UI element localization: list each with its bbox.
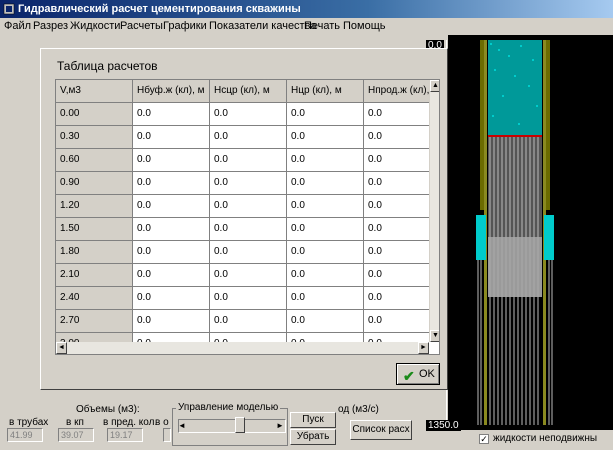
flow-label: од (м3/с) (338, 404, 379, 415)
table-cell[interactable]: 0.0 (287, 195, 364, 218)
volumes-label: Объемы (м3): (76, 404, 140, 415)
table-cell[interactable]: 0.0 (287, 172, 364, 195)
calc-table[interactable]: V,м3 Нбуф.ж (кл), м Нсцр (кл), м Нцр (кл… (55, 79, 440, 355)
menu-file[interactable]: Файл (4, 20, 31, 32)
in-o-field[interactable] (163, 428, 171, 442)
ok-label: OK (419, 368, 435, 380)
remove-button[interactable]: Убрать (290, 429, 336, 445)
table-cell[interactable]: 0.0 (210, 103, 287, 126)
row-volume-cell[interactable]: 1.80 (56, 241, 133, 264)
in-pipes-field[interactable]: 41.99 (7, 428, 43, 442)
table-cell[interactable]: 0.0 (210, 264, 287, 287)
table-cell[interactable]: 0.0 (133, 103, 210, 126)
menu-calculations[interactable]: Расчеты (120, 20, 163, 32)
row-volume-cell[interactable]: 2.70 (56, 310, 133, 333)
menu-bar: Файл Разрез Жидкости Расчеты Графики Пок… (0, 18, 613, 35)
calc-table-dialog: Таблица расчетов V,м3 Нбуф.ж (кл), м Нсц… (40, 48, 448, 390)
table-cell[interactable]: 0.0 (133, 195, 210, 218)
row-volume-cell[interactable]: 0.60 (56, 149, 133, 172)
table-cell[interactable]: 0.0 (287, 310, 364, 333)
column-header[interactable]: Нцр (кл), м (287, 80, 364, 103)
column-header[interactable]: Нсцр (кл), м (210, 80, 287, 103)
row-volume-cell[interactable]: 0.30 (56, 126, 133, 149)
slider-left-arrow-icon[interactable]: ◄ (178, 421, 186, 430)
pred-kol-label: в пред. кол. (103, 417, 158, 428)
menu-charts[interactable]: Графики (163, 20, 207, 32)
table-cell[interactable]: 0.0 (210, 126, 287, 149)
fluids-static-checkbox[interactable]: ✓ (479, 434, 489, 444)
row-volume-cell[interactable]: 0.00 (56, 103, 133, 126)
model-control-label: Управление моделью (176, 402, 281, 413)
model-speed-slider[interactable] (178, 419, 286, 433)
ok-button[interactable]: ✔ OK (396, 363, 440, 385)
in-pipes-label: в трубах (9, 417, 49, 428)
menu-section[interactable]: Разрез (33, 20, 68, 32)
vertical-scrollbar[interactable]: ▲ ▼ (429, 80, 439, 342)
table-cell[interactable]: 0.0 (287, 287, 364, 310)
scroll-down-icon[interactable]: ▼ (430, 330, 439, 342)
well-diagram (448, 35, 613, 430)
table-cell[interactable]: 0.0 (133, 149, 210, 172)
scroll-left-icon[interactable]: ◄ (56, 342, 67, 354)
column-header[interactable]: V,м3 (56, 80, 133, 103)
column-header[interactable]: Нбуф.ж (кл), м (133, 80, 210, 103)
slider-thumb[interactable] (235, 417, 245, 433)
table-cell[interactable]: 0.0 (133, 172, 210, 195)
table-cell[interactable]: 0.0 (287, 149, 364, 172)
table-cell[interactable]: 0.0 (133, 218, 210, 241)
dialog-title: Таблица расчетов (57, 59, 158, 73)
menu-fluids[interactable]: Жидкости (70, 20, 120, 32)
title-bar: Гидравлический расчет цементирования скв… (0, 0, 613, 18)
row-volume-cell[interactable]: 0.90 (56, 172, 133, 195)
table-cell[interactable]: 0.0 (210, 218, 287, 241)
table-cell[interactable]: 0.0 (210, 172, 287, 195)
table-cell[interactable]: 0.0 (133, 241, 210, 264)
row-volume-cell[interactable]: 1.20 (56, 195, 133, 218)
well-graphic (448, 35, 613, 430)
table-cell[interactable]: 0.0 (133, 287, 210, 310)
app-icon (3, 3, 15, 15)
menu-quality[interactable]: Показатели качества (209, 20, 316, 32)
scroll-up-icon[interactable]: ▲ (430, 80, 439, 92)
row-volume-cell[interactable]: 1.50 (56, 218, 133, 241)
scroll-right-icon[interactable]: ► (418, 342, 429, 354)
table-cell[interactable]: 0.0 (287, 103, 364, 126)
table-cell[interactable]: 0.0 (210, 241, 287, 264)
table-cell[interactable]: 0.0 (287, 241, 364, 264)
table-cell[interactable]: 0.0 (287, 126, 364, 149)
window-title: Гидравлический расчет цементирования скв… (18, 3, 301, 15)
menu-help[interactable]: Помощь (343, 20, 386, 32)
checkmark-icon: ✔ (403, 368, 415, 384)
row-volume-cell[interactable]: 2.10 (56, 264, 133, 287)
in-kl-field[interactable]: 39.07 (58, 428, 94, 442)
slider-right-arrow-icon[interactable]: ► (276, 421, 284, 430)
depth-bottom-label: 1350.0 (426, 420, 461, 431)
table-cell[interactable]: 0.0 (133, 126, 210, 149)
table-cell[interactable]: 0.0 (210, 195, 287, 218)
horizontal-scrollbar[interactable]: ◄ ► (56, 342, 429, 354)
flow-list-button[interactable]: Список расх (350, 420, 412, 440)
pred-kol-field[interactable]: 19.17 (107, 428, 143, 442)
table-cell[interactable]: 0.0 (287, 218, 364, 241)
menu-print[interactable]: Печать (304, 20, 340, 32)
start-button[interactable]: Пуск (290, 412, 336, 428)
table-cell[interactable]: 0.0 (210, 287, 287, 310)
table-cell[interactable]: 0.0 (287, 264, 364, 287)
table-cell[interactable]: 0.0 (133, 264, 210, 287)
row-volume-cell[interactable]: 2.40 (56, 287, 133, 310)
table-cell[interactable]: 0.0 (210, 310, 287, 333)
fluids-static-label: жидкости неподвижны (493, 433, 598, 444)
table-cell[interactable]: 0.0 (210, 149, 287, 172)
table-cell[interactable]: 0.0 (133, 310, 210, 333)
in-o-label: в о (155, 417, 169, 428)
in-kl-label: в кп (66, 417, 84, 428)
